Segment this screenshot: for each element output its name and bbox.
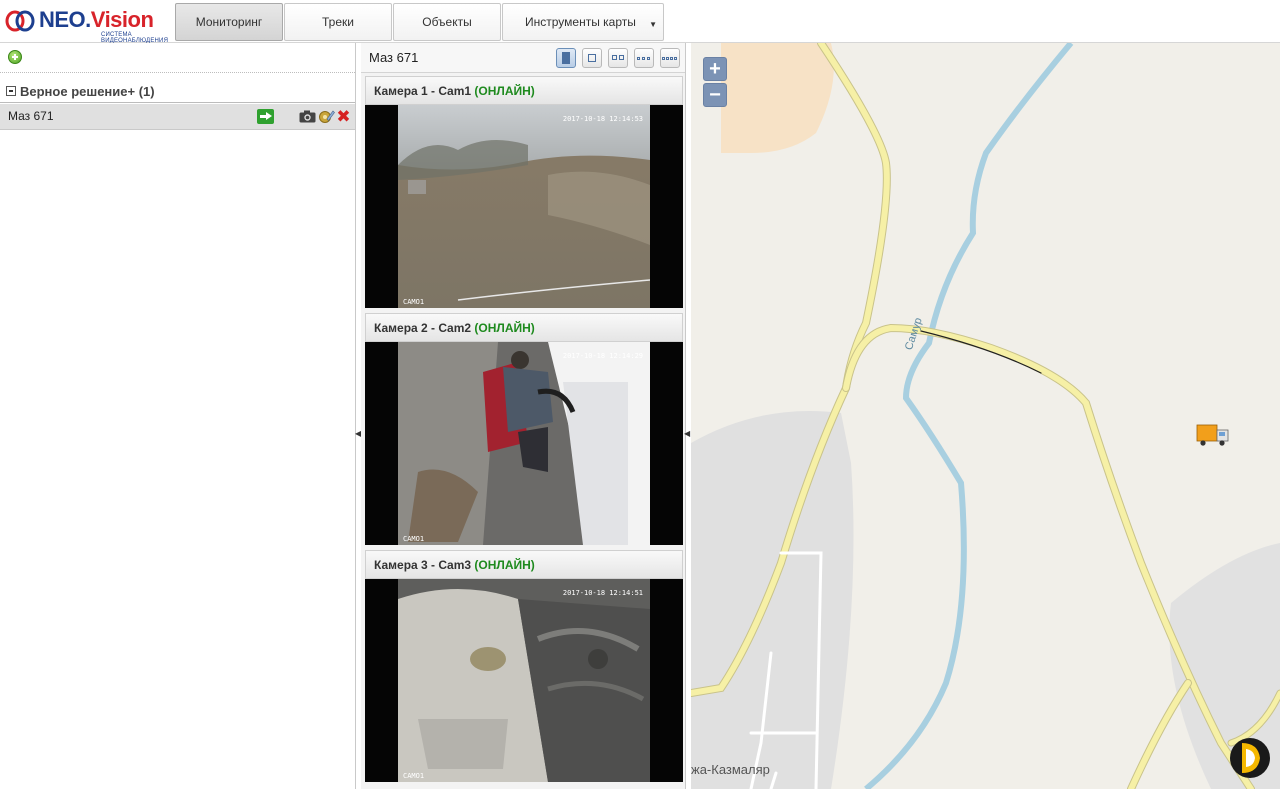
video-panel: Маз 671 Камера 1 - Cam1 (ОНЛАЙН) 2017-10… [361, 43, 686, 789]
camera-title-text: Камера 3 - Cam3 [374, 558, 472, 572]
layout-four-icon[interactable] [660, 48, 680, 68]
delete-icon[interactable]: ✖ [336, 108, 351, 125]
camera-overlay-label: CAMO1 [403, 535, 425, 543]
video-panel-title: Маз 671 [369, 50, 419, 65]
chevron-down-icon: ▼ [649, 20, 657, 29]
main-tabs: Мониторинг Треки Объекты Инструменты кар… [175, 3, 665, 41]
camera-header: Камера 3 - Cam3 (ОНЛАЙН) [365, 550, 683, 579]
place-label: жа-Казмаляр [691, 762, 770, 777]
app-logo[interactable]: NEO.Vision СИСТЕМА ВИДЕОНАБЛЮДЕНИЯ [5, 5, 171, 44]
camera-video-feed[interactable]: 2017-10-18 12:14:29 CAMO1 [365, 342, 683, 545]
camera-header: Камера 1 - Cam1 (ОНЛАЙН) [365, 76, 683, 105]
collapse-icon[interactable] [6, 86, 16, 96]
camera-frame-image [398, 342, 650, 545]
camera-icon[interactable] [299, 110, 316, 123]
camera-title-text: Камера 2 - Cam2 [374, 321, 472, 335]
tab-label: Инструменты карты [525, 15, 636, 29]
camera-title: Камера 1 - Cam1 (ОНЛАЙН) [374, 84, 535, 98]
camera-title: Камера 2 - Cam2 (ОНЛАЙН) [374, 321, 535, 335]
logo-icon [5, 10, 35, 32]
layout-three-icon[interactable] [634, 48, 654, 68]
tab-monitoring[interactable]: Мониторинг [175, 3, 283, 41]
layout-two-icon[interactable] [608, 48, 628, 68]
camera-overlay-label: CAMO1 [403, 772, 425, 780]
map-canvas [691, 43, 1280, 789]
objects-sidebar: Верное решение+ (1) Маз 671 ✖ [0, 43, 356, 789]
tab-tracks[interactable]: Треки [284, 3, 392, 41]
camera-video-feed[interactable]: 2017-10-18 12:14:53 CAMO1 [365, 105, 683, 308]
logo-text-part1: NEO. [39, 7, 91, 32]
collapse-video-panel-icon[interactable]: ◀ [684, 425, 690, 443]
camera-block-2: Камера 2 - Cam2 (ОНЛАЙН) 2017-10-18 12:1… [365, 313, 683, 545]
truck-icon[interactable] [1196, 424, 1229, 446]
sidebar-toolbar [0, 43, 355, 73]
group-label: Верное решение+ (1) [20, 84, 155, 99]
add-icon[interactable] [8, 50, 22, 64]
zoom-out-button[interactable]: − [703, 83, 727, 107]
logo-text-part2: Vision [90, 7, 154, 32]
camera-video-feed[interactable]: 2017-10-18 12:14:51 CAMO1 [365, 579, 683, 782]
camera-frame-image [398, 105, 650, 308]
tab-label: Объекты [422, 15, 472, 29]
zoom-in-button[interactable]: + [703, 57, 727, 81]
camera-block-3: Камера 3 - Cam3 (ОНЛАЙН) 2017-10-18 12:1… [365, 550, 683, 782]
tab-map-tools[interactable]: Инструменты карты ▼ [502, 3, 664, 41]
vehicle-row[interactable]: Маз 671 ✖ [0, 104, 355, 130]
vehicle-label: Маз 671 [8, 109, 54, 123]
camera-frame-image [398, 579, 650, 782]
layout-single-icon[interactable] [582, 48, 602, 68]
camera-block-1: Камера 1 - Cam1 (ОНЛАЙН) 2017-10-18 12:1… [365, 76, 683, 308]
group-row[interactable]: Верное решение+ (1) [0, 81, 355, 103]
top-bar: NEO.Vision СИСТЕМА ВИДЕОНАБЛЮДЕНИЯ Монит… [0, 0, 1280, 44]
video-panel-header: Маз 671 [361, 43, 685, 73]
camera-status: (ОНЛАЙН) [474, 84, 535, 98]
camera-status: (ОНЛАЙН) [474, 558, 535, 572]
camera-timestamp: 2017-10-18 12:14:53 [562, 115, 643, 123]
camera-header: Камера 2 - Cam2 (ОНЛАЙН) [365, 313, 683, 342]
tab-label: Треки [322, 15, 354, 29]
tab-label: Мониторинг [195, 15, 263, 29]
layout-film-icon[interactable] [556, 48, 576, 68]
go-to-vehicle-icon[interactable] [257, 109, 274, 124]
camera-timestamp: 2017-10-18 12:14:51 [562, 589, 643, 597]
camera-title: Камера 3 - Cam3 (ОНЛАЙН) [374, 558, 535, 572]
camera-status: (ОНЛАЙН) [474, 321, 535, 335]
map-provider-logo-icon [1230, 738, 1270, 778]
zoom-controls: + − [703, 57, 727, 109]
map-view[interactable]: Самур жа-Казмаляр + − [691, 43, 1280, 789]
settings-edit-icon[interactable] [318, 108, 335, 125]
camera-timestamp: 2017-10-18 12:14:29 [562, 352, 643, 360]
camera-overlay-label: CAMO1 [403, 298, 425, 306]
camera-title-text: Камера 1 - Cam1 [374, 84, 472, 98]
tab-objects[interactable]: Объекты [393, 3, 501, 41]
logo-text: NEO.Vision [39, 7, 154, 33]
